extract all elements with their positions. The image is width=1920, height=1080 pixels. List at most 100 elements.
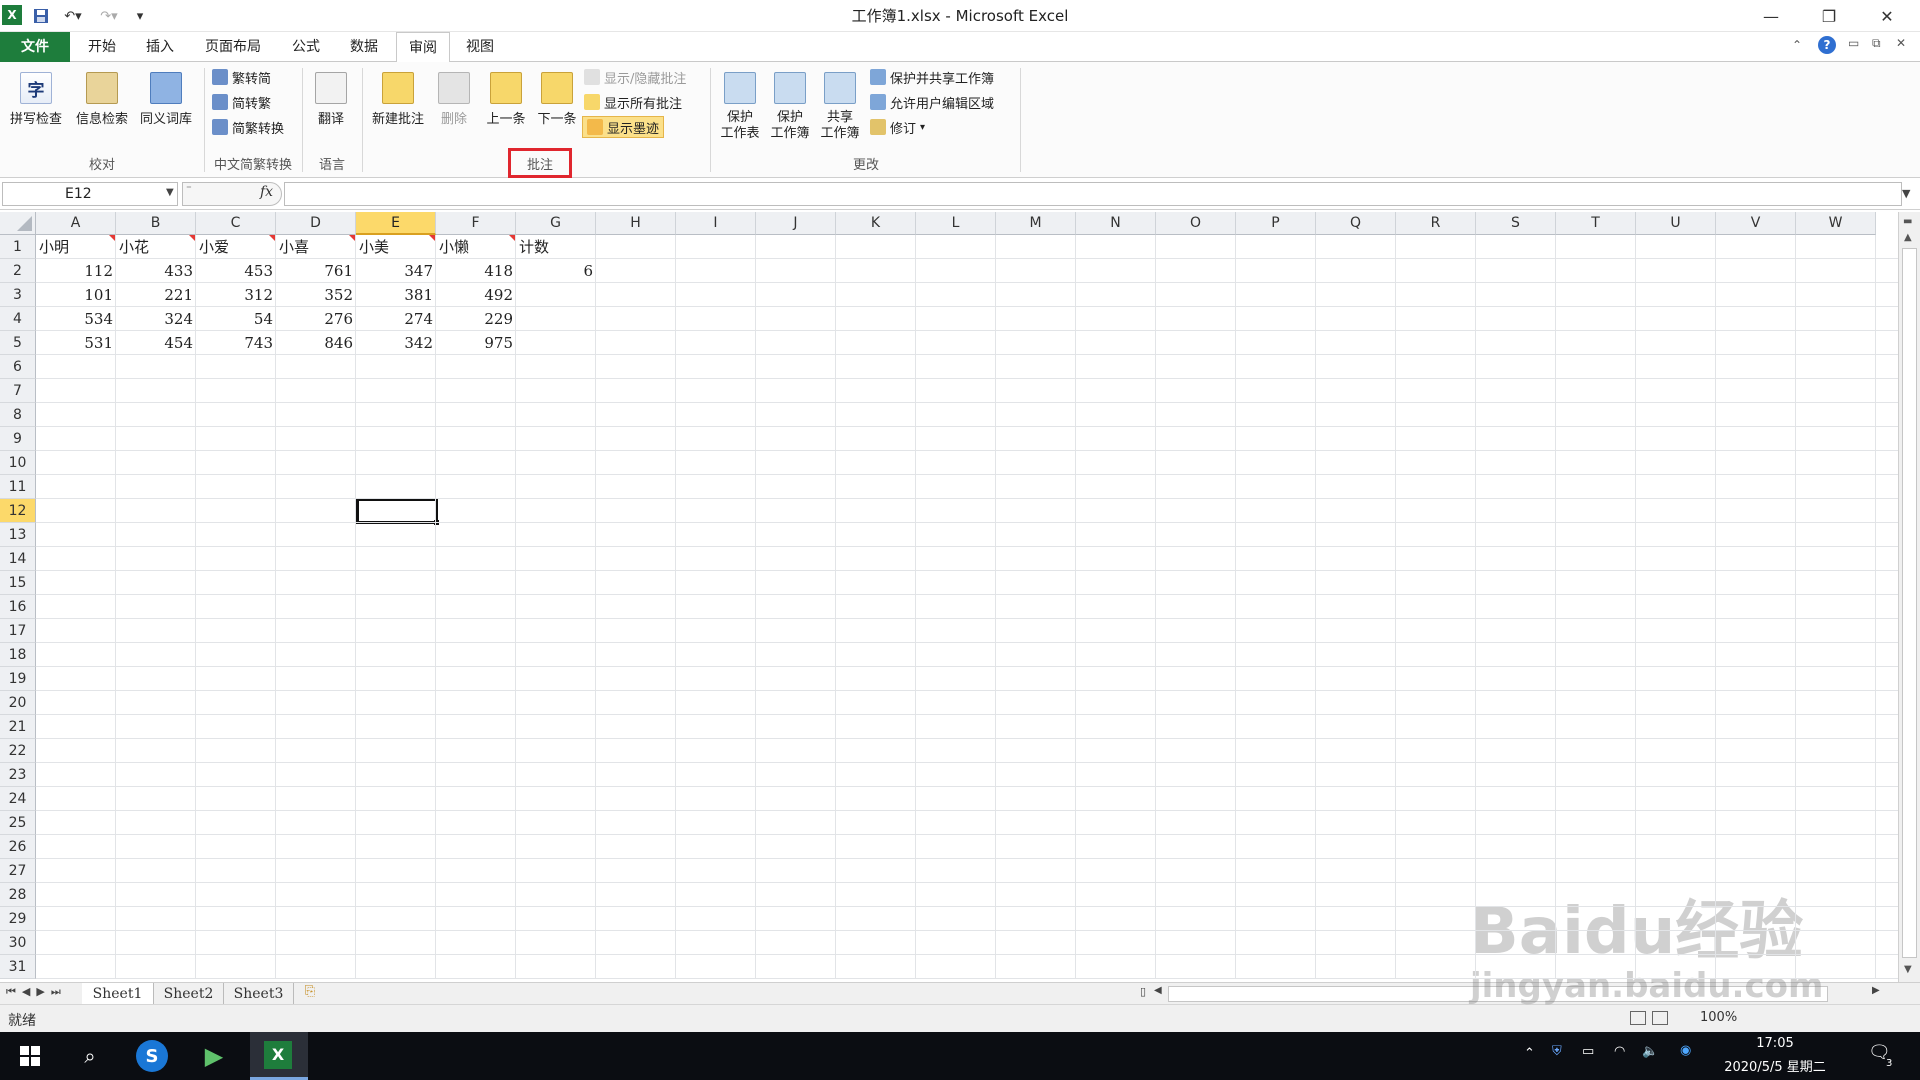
column-header-g[interactable]: G: [516, 212, 596, 235]
sheet-tab-sheet3[interactable]: Sheet3: [224, 983, 294, 1005]
row-header-18[interactable]: 18: [0, 643, 36, 667]
column-header-u[interactable]: U: [1636, 212, 1716, 235]
cell-b2[interactable]: 433: [116, 259, 196, 283]
split-handle-icon[interactable]: ▬: [1903, 216, 1912, 227]
restore-button[interactable]: ❐: [1800, 0, 1858, 32]
formula-input[interactable]: [284, 182, 1902, 206]
row-header-30[interactable]: 30: [0, 931, 36, 955]
hscroll-thumb[interactable]: [1168, 986, 1828, 1002]
column-header-p[interactable]: P: [1236, 212, 1316, 235]
cell-c5[interactable]: 743: [196, 331, 276, 355]
column-header-t[interactable]: T: [1556, 212, 1636, 235]
column-header-r[interactable]: R: [1396, 212, 1476, 235]
column-header-w[interactable]: W: [1796, 212, 1876, 235]
window-close-icon[interactable]: ✕: [1896, 36, 1906, 50]
comment-indicator-icon[interactable]: [269, 235, 275, 241]
row-header-20[interactable]: 20: [0, 691, 36, 715]
excel-taskbar-button[interactable]: X: [250, 1032, 308, 1080]
cell-f3[interactable]: 492: [436, 283, 516, 307]
cell-f2[interactable]: 418: [436, 259, 516, 283]
row-header-2[interactable]: 2: [0, 259, 36, 283]
volume-icon[interactable]: 🔈: [1642, 1044, 1658, 1059]
row-header-8[interactable]: 8: [0, 403, 36, 427]
column-header-q[interactable]: Q: [1316, 212, 1396, 235]
delete-comment-button[interactable]: 删除: [432, 68, 476, 154]
prev-comment-button[interactable]: 上一条: [480, 68, 532, 154]
protect-sheet-button[interactable]: 保护 工作表: [714, 68, 766, 154]
insert-sheet-icon[interactable]: ⎘: [298, 984, 322, 1004]
next-comment-button[interactable]: 下一条: [532, 68, 582, 154]
cell-d2[interactable]: 761: [276, 259, 356, 283]
allow-edit-ranges-button[interactable]: 允许用户编辑区域: [870, 91, 994, 113]
cell-b4[interactable]: 324: [116, 307, 196, 331]
name-box-dropdown-icon[interactable]: ▼: [166, 187, 174, 198]
cell-e5[interactable]: 342: [356, 331, 436, 355]
column-header-e[interactable]: E: [356, 212, 436, 235]
show-all-comments-button[interactable]: 显示所有批注: [584, 91, 682, 113]
minimize-button[interactable]: —: [1742, 0, 1800, 32]
show-ink-button[interactable]: 显示墨迹: [582, 116, 665, 138]
tab-home[interactable]: 开始: [78, 32, 126, 62]
tab-view[interactable]: 视图: [456, 32, 504, 62]
column-header-b[interactable]: B: [116, 212, 196, 235]
active-cell-border[interactable]: [356, 498, 438, 524]
column-header-i[interactable]: I: [676, 212, 756, 235]
page-layout-view-icon[interactable]: [1652, 1011, 1668, 1025]
cell-g1[interactable]: 计数: [516, 235, 596, 259]
wifi-icon[interactable]: ◠: [1614, 1044, 1625, 1059]
row-header-6[interactable]: 6: [0, 355, 36, 379]
row-header-26[interactable]: 26: [0, 835, 36, 859]
scroll-down-icon[interactable]: ▼: [1904, 964, 1912, 975]
row-header-17[interactable]: 17: [0, 619, 36, 643]
comment-indicator-icon[interactable]: [109, 235, 115, 241]
row-header-19[interactable]: 19: [0, 667, 36, 691]
row-header-1[interactable]: 1: [0, 235, 36, 259]
translate-button[interactable]: 翻译: [306, 68, 356, 154]
column-header-f[interactable]: F: [436, 212, 516, 235]
column-header-j[interactable]: J: [756, 212, 836, 235]
normal-view-icon[interactable]: [1630, 1011, 1646, 1025]
save-icon[interactable]: [30, 4, 52, 28]
tray-expand-icon[interactable]: ⌃: [1524, 1046, 1535, 1061]
clock-date[interactable]: 2020/5/5 星期二: [1710, 1056, 1840, 1075]
cell-a3[interactable]: 101: [36, 283, 116, 307]
row-header-11[interactable]: 11: [0, 475, 36, 499]
cell-g4[interactable]: [516, 307, 596, 331]
column-header-d[interactable]: D: [276, 212, 356, 235]
scroll-thumb[interactable]: [1902, 248, 1917, 958]
sheet-nav-icons[interactable]: ⏮◀▶⏭: [6, 985, 67, 999]
hscroll-right-icon[interactable]: ▶: [1872, 985, 1880, 996]
column-header-l[interactable]: L: [916, 212, 996, 235]
tab-data[interactable]: 数据: [340, 32, 388, 62]
protect-workbook-button[interactable]: 保护 工作簿: [764, 68, 816, 154]
zoom-level[interactable]: 100%: [1700, 1010, 1737, 1025]
row-header-24[interactable]: 24: [0, 787, 36, 811]
share-workbook-button[interactable]: 共享 工作簿: [814, 68, 866, 154]
sheet-tab-sheet1[interactable]: Sheet1: [82, 983, 154, 1005]
comment-indicator-icon[interactable]: [509, 235, 515, 241]
cell-b3[interactable]: 221: [116, 283, 196, 307]
column-header-m[interactable]: M: [996, 212, 1076, 235]
row-header-28[interactable]: 28: [0, 883, 36, 907]
column-header-s[interactable]: S: [1476, 212, 1556, 235]
scroll-up-icon[interactable]: ▲: [1904, 232, 1912, 243]
row-header-14[interactable]: 14: [0, 547, 36, 571]
comment-indicator-icon[interactable]: [429, 235, 435, 241]
row-header-25[interactable]: 25: [0, 811, 36, 835]
close-button[interactable]: ✕: [1858, 0, 1916, 32]
cell-a1[interactable]: 小明: [36, 235, 116, 259]
row-header-13[interactable]: 13: [0, 523, 36, 547]
expand-handle-icon[interactable]: ⁼: [186, 182, 192, 195]
convert-button[interactable]: 简繁转换: [212, 116, 284, 138]
show-hide-comment-button[interactable]: 显示/隐藏批注: [584, 66, 686, 88]
column-header-n[interactable]: N: [1076, 212, 1156, 235]
battery-icon[interactable]: ▭: [1582, 1044, 1594, 1059]
row-header-31[interactable]: 31: [0, 955, 36, 979]
name-box[interactable]: E12: [2, 182, 178, 206]
help-icon[interactable]: ?: [1818, 36, 1836, 54]
security-shield-icon[interactable]: ⛨: [1552, 1044, 1562, 1059]
cell-b1[interactable]: 小花: [116, 235, 196, 259]
tab-split-handle-icon[interactable]: ▯: [1140, 985, 1146, 998]
row-header-4[interactable]: 4: [0, 307, 36, 331]
row-header-10[interactable]: 10: [0, 451, 36, 475]
